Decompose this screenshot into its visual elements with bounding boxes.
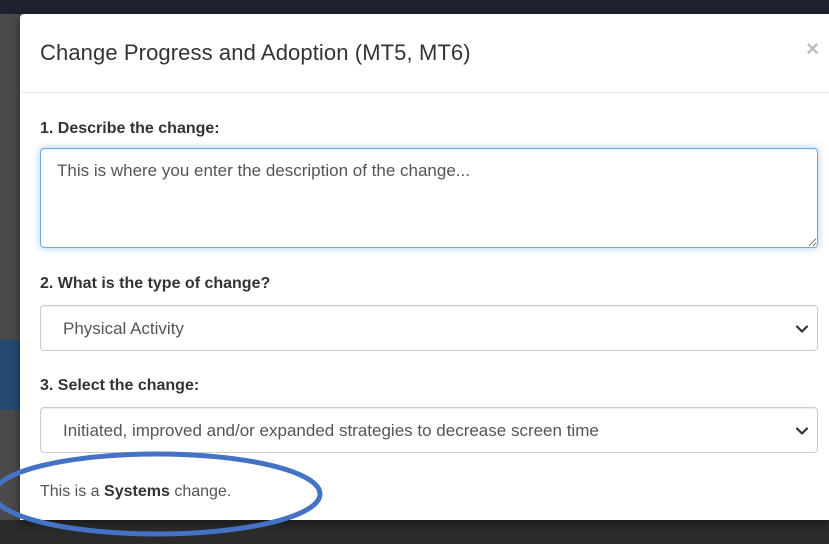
note-suffix: change. [174,483,232,500]
select-change-label: 3. Select the change: [40,377,200,394]
modal-title: Change Progress and Adoption (MT5, MT6) [40,40,471,65]
modal-header: Change Progress and Adoption (MT5, MT6) … [20,14,829,93]
change-type-selected-value: Physical Activity [63,319,184,338]
change-select[interactable]: Initiated, improved and/or expanded stra… [40,407,818,453]
change-type-select[interactable]: Physical Activity [40,305,818,351]
background-top-bar [0,0,829,14]
chevron-down-icon [795,325,809,333]
change-selected-value: Initiated, improved and/or expanded stra… [63,421,599,440]
change-description-textarea[interactable]: This is where you enter the description … [40,148,818,248]
note-category: Systems [104,483,170,500]
background-blue-block [0,340,20,410]
chevron-down-icon [795,427,809,435]
close-icon[interactable]: × [806,38,819,60]
note-prefix: This is a [40,483,100,500]
change-progress-modal: Change Progress and Adoption (MT5, MT6) … [20,14,829,520]
describe-change-label: 1. Describe the change: [40,120,220,137]
change-type-label: 2. What is the type of change? [40,275,271,292]
change-category-note: This is a Systems change. [40,483,231,501]
